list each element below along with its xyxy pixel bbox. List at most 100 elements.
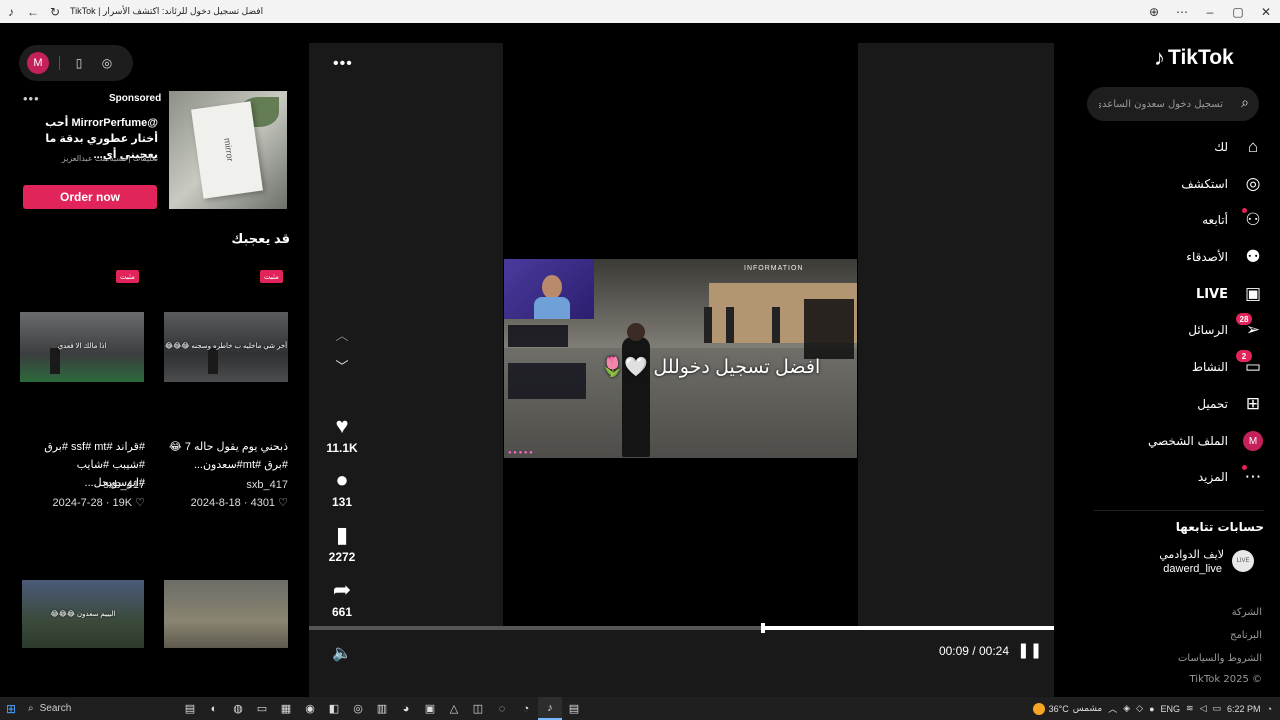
task-view-icon[interactable]: ▤ bbox=[178, 697, 202, 720]
zoom-icon[interactable]: ⊕ bbox=[1140, 0, 1168, 23]
discord-icon[interactable]: ◔ bbox=[514, 697, 538, 720]
share-button[interactable]: ➦ 661 bbox=[323, 577, 361, 619]
footer-terms-link[interactable]: الشروط والسياسات bbox=[1114, 653, 1262, 664]
video-author[interactable]: sxb_417 bbox=[168, 479, 288, 491]
app-icon[interactable]: ▣ bbox=[418, 697, 442, 720]
nav-following[interactable]: أتابعه ⚇ bbox=[1134, 206, 1264, 234]
edge-icon[interactable]: ◍ bbox=[226, 697, 250, 720]
following-icon: ⚇ bbox=[1242, 208, 1264, 231]
wifi-icon[interactable]: ≋ bbox=[1186, 703, 1194, 714]
video-date: 2024-7-28 bbox=[52, 497, 103, 509]
save-button[interactable]: ▮ 2272 bbox=[323, 522, 361, 564]
search-input[interactable] bbox=[1099, 87, 1223, 121]
progress-fill bbox=[763, 626, 1054, 630]
notification-bell-icon[interactable]: ◔ bbox=[1267, 704, 1272, 714]
windows-start-icon[interactable]: ⊞ bbox=[0, 697, 22, 720]
chrome-icon[interactable]: ◉ bbox=[298, 697, 322, 720]
nav-for-you[interactable]: لك ⌂ bbox=[1134, 133, 1264, 161]
app-icon[interactable]: ◫ bbox=[466, 697, 490, 720]
clock[interactable]: 6:22 PM bbox=[1227, 704, 1261, 714]
video-author[interactable]: sxb_417 bbox=[25, 479, 145, 491]
following-handle[interactable]: dawerd_live bbox=[1104, 563, 1222, 575]
app-icon[interactable]: ◌ bbox=[490, 697, 514, 720]
progress-handle[interactable] bbox=[761, 623, 765, 633]
user-avatar[interactable]: M bbox=[27, 52, 49, 74]
nav-live[interactable]: LIVE ▣ bbox=[1134, 280, 1264, 308]
menu-dots-icon[interactable]: ⋯ bbox=[1168, 0, 1196, 23]
video-thumbnail[interactable] bbox=[164, 580, 288, 648]
back-icon[interactable]: ← bbox=[22, 0, 44, 23]
nav-messages[interactable]: الرسائل ➢ 28 bbox=[1134, 313, 1264, 344]
search-box[interactable]: ⌕ bbox=[1087, 87, 1259, 121]
footer-company-link[interactable]: الشركة bbox=[1114, 607, 1262, 618]
divider bbox=[1094, 510, 1264, 511]
video-thumbnail[interactable]: اذا مالك الا فعدي bbox=[20, 312, 144, 382]
more-options-icon[interactable]: ••• bbox=[333, 55, 353, 73]
nav-upload[interactable]: تحميل ⊞ bbox=[1134, 390, 1264, 418]
nav-explore[interactable]: استكشف ◎ bbox=[1134, 170, 1264, 198]
notepad-icon[interactable]: ▤ bbox=[562, 697, 586, 720]
side-panel: M ▯ ◎ ••• Sponsored @MirrorPerfume أحب أ… bbox=[0, 23, 305, 697]
like-count: 11.1K bbox=[326, 441, 358, 455]
upload-icon: ⊞ bbox=[1245, 394, 1261, 413]
taskbar-search[interactable]: ⌕ Search bbox=[28, 703, 178, 714]
tiktok-icon[interactable]: ◎ bbox=[98, 54, 116, 72]
app-icon[interactable]: ▥ bbox=[370, 697, 394, 720]
language-indicator[interactable]: ENG bbox=[1161, 704, 1181, 714]
video-frame[interactable]: INFORMATION افضل تسجيل دخوللل 🤍🌷 ● ● ● ●… bbox=[504, 259, 857, 458]
volume-icon[interactable]: 🔈 bbox=[332, 643, 352, 663]
copilot-icon[interactable]: ◐ bbox=[202, 697, 226, 720]
previous-video-icon[interactable]: ︿ bbox=[333, 325, 351, 344]
nav-friends[interactable]: الأصدقاء ⚉ bbox=[1134, 243, 1264, 271]
tiktok-taskbar-icon[interactable]: ♪ bbox=[538, 697, 562, 720]
next-video-icon[interactable]: ﹀ bbox=[333, 356, 351, 375]
following-avatar[interactable]: LIVE bbox=[1232, 550, 1254, 572]
tray-app-icon[interactable]: ◇ bbox=[1136, 703, 1143, 714]
video-player[interactable]: ••• ︿ ﹀ INFORMATION افضل تسجيل دخوللل 🤍🌷… bbox=[309, 43, 1054, 697]
comment-button[interactable]: ● 131 bbox=[323, 467, 361, 509]
tiktok-logo[interactable]: ♪ TikTok bbox=[1154, 45, 1234, 71]
nav-label: النشاط bbox=[1191, 360, 1228, 374]
nav-label: الرسائل bbox=[1188, 323, 1228, 337]
pause-icon[interactable]: ❚❚ bbox=[1017, 641, 1042, 659]
store-icon[interactable]: ▦ bbox=[274, 697, 298, 720]
search-icon[interactable]: ⌕ bbox=[1241, 94, 1249, 111]
video-thumbnail[interactable]: أخر شي ماخليه ب خاطره وسجنه 😂😂😂 bbox=[164, 312, 288, 382]
ad-image[interactable]: mirror bbox=[169, 91, 287, 209]
order-now-button[interactable]: Order now bbox=[23, 185, 157, 209]
nav-activity[interactable]: النشاط ▭ 2 bbox=[1134, 350, 1264, 381]
following-name[interactable]: لايف الدوادمي bbox=[1104, 548, 1224, 561]
home-icon: ⌂ bbox=[1247, 137, 1259, 156]
scene-sign: INFORMATION bbox=[744, 265, 804, 272]
vlc-icon[interactable]: △ bbox=[442, 697, 466, 720]
heart-icon: ♡ bbox=[135, 497, 145, 509]
ad-more-icon[interactable]: ••• bbox=[23, 91, 40, 106]
pinned-badge: مثبت bbox=[116, 270, 139, 283]
progress-bar[interactable] bbox=[309, 623, 1054, 633]
activity-badge: 2 bbox=[1236, 350, 1252, 362]
like-button[interactable]: ♥ 11.1K bbox=[323, 413, 361, 455]
close-button[interactable]: ✕ bbox=[1252, 0, 1280, 23]
tray-overflow-icon[interactable]: ︿ bbox=[1108, 702, 1117, 715]
streamer-torso bbox=[534, 297, 570, 319]
minimize-button[interactable]: – bbox=[1196, 0, 1224, 23]
outlook-icon[interactable]: ◧ bbox=[322, 697, 346, 720]
volume-icon[interactable]: ◁ bbox=[1200, 703, 1207, 714]
phone-icon[interactable]: ▯ bbox=[70, 54, 88, 72]
tray-app-icon[interactable]: ◈ bbox=[1123, 703, 1130, 714]
video-title-line1: ذبحني يوم يقول حاله 7 😂 bbox=[168, 441, 288, 453]
video-thumbnail[interactable]: اليييم سعدون 😂😂😂 bbox=[22, 580, 144, 648]
battery-icon[interactable]: ▭ bbox=[1213, 703, 1222, 714]
video-likes: 19K bbox=[112, 497, 133, 509]
maximize-button[interactable]: ▢ bbox=[1224, 0, 1252, 23]
nav-profile[interactable]: الملف الشخصي M bbox=[1134, 427, 1264, 455]
steam-icon[interactable]: ◕ bbox=[394, 697, 418, 720]
footer-program-link[interactable]: البرنامج bbox=[1114, 630, 1262, 641]
video-title[interactable]: ذبحني يوم يقول حاله 7 😂 #برق #mt#سعدون..… bbox=[168, 438, 288, 474]
refresh-icon[interactable]: ↻ bbox=[44, 0, 66, 23]
microphone-icon[interactable]: ● bbox=[1149, 704, 1154, 714]
weather-widget[interactable]: 36°C مشمس bbox=[1032, 702, 1102, 715]
github-icon[interactable]: ◎ bbox=[346, 697, 370, 720]
file-explorer-icon[interactable]: ▭ bbox=[250, 697, 274, 720]
nav-more[interactable]: المزيد ⋯ bbox=[1134, 463, 1264, 491]
